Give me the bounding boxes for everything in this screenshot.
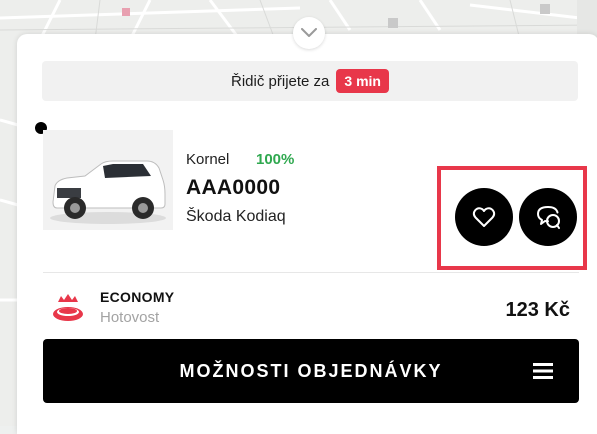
car-image xyxy=(43,130,173,230)
map-poi-icon xyxy=(122,8,130,16)
tariff-logo-icon xyxy=(53,294,83,321)
license-plate: AAA0000 xyxy=(186,176,281,199)
eta-badge: 3 min xyxy=(336,69,389,93)
payment-method: Hotovost xyxy=(100,309,160,326)
heart-icon xyxy=(472,207,496,227)
eta-banner: Řidič přijete za 3 min xyxy=(42,61,578,101)
chat-icon xyxy=(537,206,560,229)
map-poi-icon xyxy=(540,4,550,14)
order-options-button[interactable]: MOŽNOSTI OBJEDNÁVKY xyxy=(43,339,579,403)
order-options-label: MOŽNOSTI OBJEDNÁVKY xyxy=(179,361,443,381)
map-poi-icon xyxy=(388,18,398,28)
tariff-name: ECONOMY xyxy=(100,289,175,305)
menu-icon xyxy=(533,363,553,379)
ride-price: 123 Kč xyxy=(505,299,571,321)
car-photo xyxy=(43,130,173,230)
chat-button[interactable] xyxy=(519,188,577,246)
eta-text: Řidič přijete za xyxy=(231,72,330,90)
car-model: Škoda Kodiaq xyxy=(186,208,286,225)
divider xyxy=(43,272,579,273)
chevron-down-icon xyxy=(301,28,317,37)
driver-name: Kornel xyxy=(186,151,230,168)
favorite-driver-button[interactable] xyxy=(455,188,513,246)
economy-tariff-icon xyxy=(50,290,86,329)
driver-rating: 100% xyxy=(256,151,295,168)
collapse-sheet-button[interactable] xyxy=(293,17,325,49)
